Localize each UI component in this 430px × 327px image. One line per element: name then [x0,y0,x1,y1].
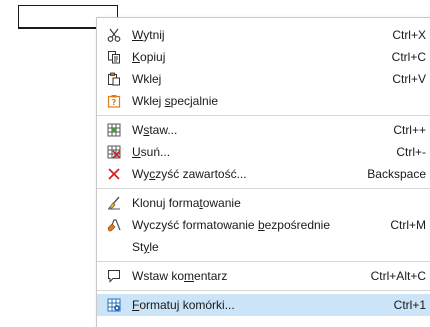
menu-item-label: Wstaw... [132,123,178,137]
menu-separator [97,188,430,189]
menu-item-shortcut: Ctrl++ [393,123,426,137]
menu-item-delete[interactable]: Usuń... Ctrl+- [97,141,430,163]
menu-item-shortcut: Backspace [367,167,426,181]
svg-text:?: ? [112,98,117,107]
menu-separator [97,261,430,262]
menu-item-shortcut: Ctrl+1 [393,298,426,312]
menu-item-shortcut: Ctrl+C [391,50,426,64]
menu-item-paste-special[interactable]: ? Wklej specjalnie [97,90,430,112]
menu-item-format-cells[interactable]: Formatuj komórki... Ctrl+1 [97,294,430,316]
menu-item-label: Wklej [132,72,162,86]
menu-item-paste[interactable]: Wklej Ctrl+V [97,68,430,90]
context-menu: Wytnij Ctrl+X Kopiuj Ctrl+C Wklej Ctrl+V… [96,17,430,327]
menu-item-cut[interactable]: Wytnij Ctrl+X [97,24,430,46]
menu-item-clone-formatting[interactable]: Klonuj formatowanie [97,192,430,214]
menu-item-label: Formatuj komórki... [132,298,235,312]
menu-item-copy[interactable]: Kopiuj Ctrl+C [97,46,430,68]
menu-item-styles[interactable]: Style [97,236,430,258]
menu-item-label: Klonuj formatowanie [132,196,241,210]
menu-item-insert[interactable]: Wstaw... Ctrl++ [97,119,430,141]
clear-format-icon [107,218,121,232]
scissors-icon [107,28,121,42]
menu-item-label: Kopiuj [132,50,166,64]
paste-special-icon: ? [107,94,121,108]
insert-cells-icon [107,123,121,137]
menu-item-shortcut: Ctrl+M [390,218,426,232]
delete-cells-icon [107,145,121,159]
menu-item-clear-direct-formatting[interactable]: Wyczyść formatowanie bezpośrednie Ctrl+M [97,214,430,236]
menu-item-label: Wyczyść formatowanie bezpośrednie [132,218,331,232]
menu-item-shortcut: Ctrl+X [392,28,426,42]
comment-icon [107,269,121,283]
clear-x-icon [107,167,121,181]
menu-item-insert-comment[interactable]: Wstaw komentarz Ctrl+Alt+C [97,265,430,287]
menu-item-shortcut: Ctrl+Alt+C [370,269,426,283]
empty-icon-slot [107,240,121,254]
menu-item-clear-contents[interactable]: Wyczyść zawartość... Backspace [97,163,430,185]
menu-item-label: Wklej specjalnie [132,94,219,108]
paste-icon [107,72,121,86]
menu-item-label: Usuń... [132,145,171,159]
menu-item-shortcut: Ctrl+V [392,72,426,86]
menu-item-shortcut: Ctrl+- [396,145,426,159]
menu-separator [97,115,430,116]
clone-brush-icon [107,196,121,210]
menu-item-label: Wytnij [132,28,165,42]
menu-separator [97,290,430,291]
menu-item-label: Style [132,240,159,254]
format-cells-icon [107,298,121,312]
copy-icon [107,50,121,64]
